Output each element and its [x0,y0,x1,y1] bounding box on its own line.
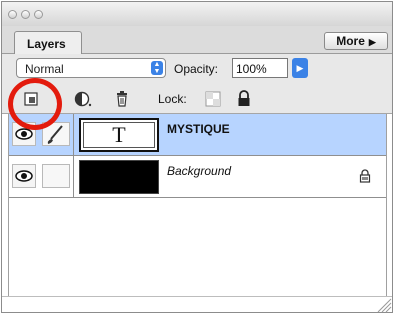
triangle-right-icon: ▶ [296,63,304,73]
link-toggle[interactable] [42,164,70,188]
new-layer-icon[interactable] [22,90,40,108]
adjustment-layer-icon[interactable] [74,90,92,108]
trash-icon[interactable] [113,90,131,108]
opacity-input[interactable]: 100% [232,58,288,78]
close-window-button[interactable] [8,10,17,19]
brush-toggle[interactable] [42,122,70,146]
bottom-divider [2,296,392,297]
layer-name: Background [167,164,232,178]
lock-label: Lock: [158,92,187,106]
visibility-toggle[interactable] [12,164,36,188]
tab-bar: Layers More ▶ [2,26,392,54]
opacity-slider-button[interactable]: ▶ [292,58,308,78]
eye-icon [15,170,33,182]
opacity-value: 100% [236,62,267,76]
layers-list: T MYSTIQUE Background [8,114,387,296]
stepper-arrows-icon: ▲ ▼ [151,61,163,75]
zoom-window-button[interactable] [34,10,43,19]
lock-all-icon[interactable] [235,90,253,108]
layer-row-mystique[interactable]: T MYSTIQUE [9,114,386,156]
eye-icon [15,128,33,140]
brush-icon [47,125,63,144]
triangle-right-icon: ▶ [368,37,376,47]
row-divider [73,114,74,156]
text-layer-glyph: T [112,122,126,147]
lock-transparent-icon[interactable] [204,90,222,108]
more-label: More [336,34,365,48]
visibility-toggle[interactable] [12,122,36,146]
lock-icon [359,169,371,183]
layer-thumbnail-text[interactable]: T [79,118,159,152]
blend-mode-select[interactable]: Normal ▲ ▼ [16,58,166,78]
minimize-window-button[interactable] [21,10,30,19]
layer-thumbnail-black[interactable] [79,160,159,194]
layer-row-background[interactable]: Background [9,156,386,198]
layer-tools-row: Lock: [2,86,392,114]
row-divider [73,156,74,198]
tab-layers[interactable]: Layers [14,31,82,54]
options-row: Normal ▲ ▼ Opacity: 100% ▶ [2,54,392,86]
tab-layers-label: Layers [27,37,66,51]
layer-name: MYSTIQUE [167,122,230,136]
title-bar[interactable] [2,2,392,26]
layers-panel: Layers More▶ Normal ▲▼ Opacity: 100% ▶ [0,0,397,316]
more-button[interactable]: More ▶ [324,32,388,50]
blend-mode-value: Normal [25,62,64,76]
resize-grip-icon[interactable] [374,295,392,313]
opacity-label: Opacity: [174,62,219,76]
